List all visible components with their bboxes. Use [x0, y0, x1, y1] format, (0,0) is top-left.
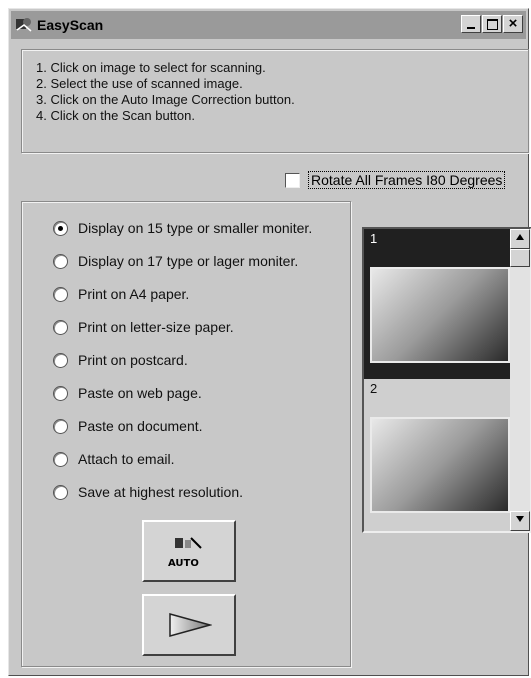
instruction-step: 4. Click on the Scan button.: [36, 108, 195, 123]
auto-correction-button[interactable]: AUTO: [142, 520, 236, 582]
instruction-step: 1. Click on image to select for scanning…: [36, 60, 266, 75]
option-label: Print on letter-size paper.: [78, 319, 234, 335]
checkbox-box[interactable]: [285, 172, 300, 188]
option-label: Print on A4 paper.: [78, 286, 190, 302]
window-title: EasyScan: [37, 17, 104, 33]
option-label: Paste on document.: [78, 418, 203, 434]
radio-button[interactable]: [53, 352, 68, 368]
radio-button[interactable]: [53, 286, 68, 302]
image-use-options-panel: Display on 15 type or smaller moniter. D…: [21, 201, 351, 667]
option-label: Display on 17 type or lager moniter.: [78, 253, 299, 269]
radio-button[interactable]: [53, 220, 68, 236]
option-attach-email[interactable]: Attach to email.: [53, 451, 175, 467]
scroll-up-button[interactable]: [510, 229, 530, 249]
rotate-all-label: Rotate All Frames I80 Degrees: [308, 171, 506, 189]
close-button[interactable]: ×: [503, 15, 523, 33]
instruction-step: 2. Select the use of scanned image.: [36, 76, 243, 91]
option-print-postcard[interactable]: Print on postcard.: [53, 352, 188, 368]
scroll-down-button[interactable]: [510, 511, 530, 531]
maximize-icon: [487, 19, 498, 30]
frame-number: 1: [370, 231, 378, 246]
option-label: Print on postcard.: [78, 352, 188, 368]
option-label: Attach to email.: [78, 451, 175, 467]
option-paste-web[interactable]: Paste on web page.: [53, 385, 202, 401]
instruction-step: 3. Click on the Auto Image Correction bu…: [36, 92, 295, 107]
arrow-down-icon: [516, 516, 524, 522]
option-label: Save at highest resolution.: [78, 484, 243, 500]
radio-button[interactable]: [53, 484, 68, 500]
instructions-panel: 1. Click on image to select for scanning…: [21, 49, 529, 153]
auto-label: AUTO: [168, 558, 199, 569]
option-save-highest[interactable]: Save at highest resolution.: [53, 484, 243, 500]
frame-item-1[interactable]: 1: [364, 229, 510, 379]
minimize-icon: [467, 27, 475, 29]
option-label: Display on 15 type or smaller moniter.: [78, 220, 313, 236]
option-paste-document[interactable]: Paste on document.: [53, 418, 203, 434]
title-bar[interactable]: EasyScan ×: [11, 11, 526, 39]
option-display-15[interactable]: Display on 15 type or smaller moniter.: [53, 220, 312, 236]
easyscan-window: EasyScan × 1. Click on image to select f…: [8, 8, 531, 676]
scan-button[interactable]: [142, 594, 236, 656]
arrow-up-icon: [516, 234, 524, 240]
frame-thumbnail[interactable]: [370, 417, 510, 513]
option-label: Paste on web page.: [78, 385, 202, 401]
close-icon: ×: [508, 15, 518, 32]
scan-play-icon: [169, 613, 212, 637]
minimize-button[interactable]: [461, 15, 481, 33]
frame-item-2[interactable]: 2: [364, 379, 510, 531]
frame-list[interactable]: 1 2: [362, 227, 531, 533]
radio-button[interactable]: [53, 451, 68, 467]
option-print-letter[interactable]: Print on letter-size paper.: [53, 319, 234, 335]
scroll-thumb[interactable]: [510, 249, 530, 267]
frame-number: 2: [370, 381, 378, 396]
radio-button[interactable]: [53, 385, 68, 401]
radio-button[interactable]: [53, 253, 68, 269]
frame-thumbnail[interactable]: [370, 267, 510, 363]
option-display-17[interactable]: Display on 17 type or lager moniter.: [53, 253, 298, 269]
app-icon: [16, 18, 32, 32]
rotate-all-checkbox[interactable]: Rotate All Frames I80 Degrees: [285, 171, 506, 189]
maximize-button[interactable]: [482, 15, 502, 33]
option-print-a4[interactable]: Print on A4 paper.: [53, 286, 189, 302]
frame-list-scrollbar[interactable]: [510, 229, 530, 531]
radio-button[interactable]: [53, 418, 68, 434]
radio-button[interactable]: [53, 319, 68, 335]
